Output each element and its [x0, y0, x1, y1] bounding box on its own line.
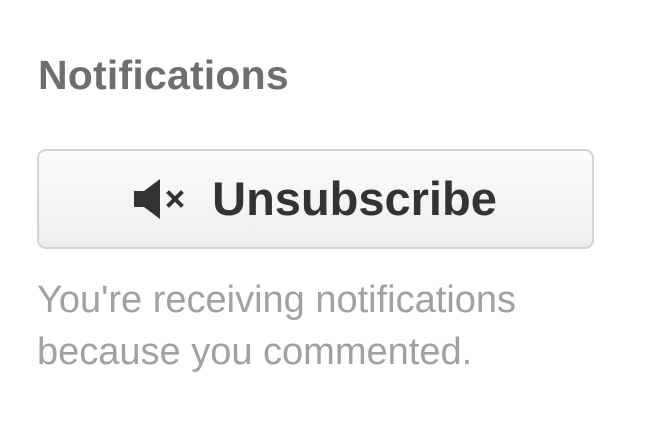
unsubscribe-button[interactable]: Unsubscribe: [37, 149, 594, 249]
notifications-panel: Notifications Unsubscribe You're receivi…: [0, 0, 652, 440]
notifications-heading: Notifications: [38, 52, 289, 98]
speaker-mute-icon: [134, 179, 192, 219]
unsubscribe-button-content: Unsubscribe: [134, 171, 497, 227]
notification-reason-text: You're receiving notifications because y…: [37, 279, 517, 373]
unsubscribe-button-label: Unsubscribe: [212, 172, 497, 225]
